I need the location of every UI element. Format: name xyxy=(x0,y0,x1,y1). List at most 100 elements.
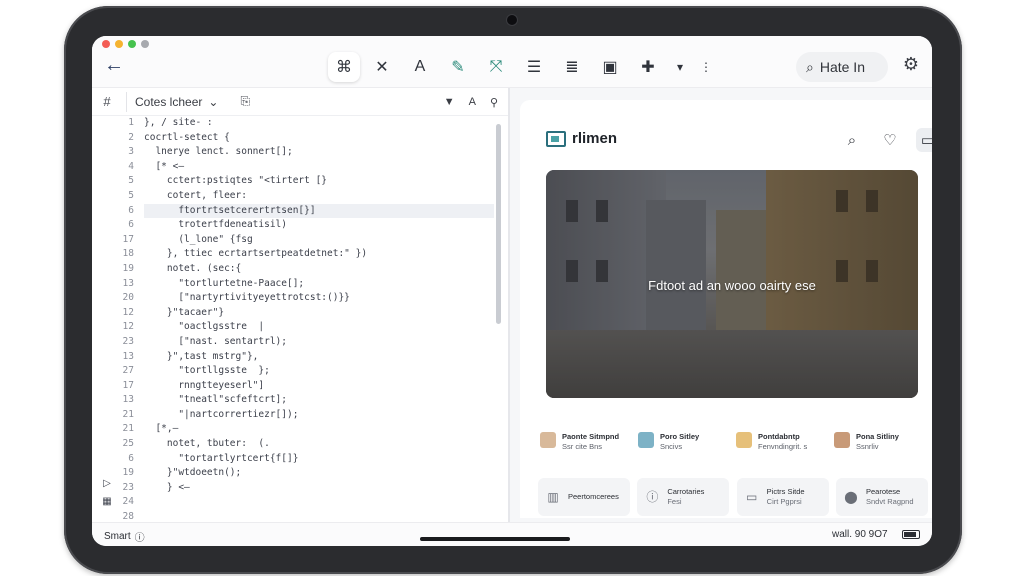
category-thumbnail-icon xyxy=(638,432,654,448)
category-item[interactable]: Pona Sitliny Ssnrliv xyxy=(834,432,926,452)
transform-tool-button[interactable]: ⤧ xyxy=(480,52,512,82)
panel-icon[interactable]: ▭ xyxy=(916,128,932,152)
code-line[interactable]: ["nartyrtivityeyettrotcst:()}} xyxy=(144,291,494,306)
code-line[interactable]: "|nartcorrertiezr[]); xyxy=(144,408,494,423)
code-line[interactable]: cotert, fleer: xyxy=(144,189,494,204)
chevron-down-icon: ⌄ xyxy=(208,94,219,109)
file-name: Cotes lcheer xyxy=(135,94,203,109)
add-dropdown-chevron-icon[interactable]: ▾ xyxy=(670,52,690,82)
code-line[interactable]: } <— xyxy=(144,481,494,492)
media-tool-button[interactable]: ▣ xyxy=(594,52,626,82)
text-tool-button[interactable]: A xyxy=(404,52,436,82)
line-number: 13 xyxy=(122,394,134,406)
line-number: 13 xyxy=(122,277,134,289)
category-title: Paonte Sitmpnd xyxy=(562,432,620,441)
hero-image[interactable]: Fdtoot ad an wooo oairty ese xyxy=(546,170,918,398)
line-number: 2 xyxy=(128,131,134,143)
document-icon[interactable]: ⎘ xyxy=(240,94,250,109)
feature-tile[interactable]: ▭ Pictrs Sitde Cirt Pgprsi xyxy=(736,478,829,516)
home-indicator[interactable] xyxy=(420,537,570,541)
code-line[interactable]: "tortllgsste }; xyxy=(144,364,494,379)
code-line[interactable]: ["nast. sentartrl); xyxy=(144,335,494,350)
code-line[interactable]: "tneatl"scfeftcrt]; xyxy=(144,393,494,408)
line-number-gutter: 1 2 3 4 5 5 6 6 17 18 19 13 20 12 12 23 13 27 17 13 21 21 25 6 1… xyxy=(92,116,140,522)
code-line[interactable]: trotertfdeneatisil) xyxy=(144,218,494,233)
tile-title: Peertomcerees xyxy=(568,492,619,501)
battery-icon xyxy=(902,530,920,539)
code-line[interactable]: cocrtl-setect { xyxy=(144,131,494,146)
search-icon[interactable]: ⌕ xyxy=(840,128,864,152)
brand-name: rlimen xyxy=(572,130,618,147)
tablet-screen: ← ⌘ ✕ A ✎ ⤧ ☰ ≣ ▣ ✚ ▾ ⋮ ⌕ Hate In ⚙ # Co… xyxy=(92,36,932,546)
category-title: Pontdabntp xyxy=(758,432,800,441)
code-line[interactable]: (l_lone" {fsg xyxy=(144,233,494,248)
code-line[interactable]: notet, tbuter: (. xyxy=(144,437,494,452)
code-line[interactable]: "tortlurtetne-Paace[]; xyxy=(144,277,494,292)
close-dot-icon[interactable] xyxy=(102,40,110,48)
back-arrow-icon[interactable]: ← xyxy=(102,55,126,76)
file-selector[interactable]: Cotes lcheer ⌄ xyxy=(126,91,226,112)
code-area[interactable]: }, / site- : cocrtl-setect { lnerye lenct… xyxy=(144,116,494,492)
status-bar: Smart ⓘ wall. 90 9O7 xyxy=(92,522,932,546)
close-tool-button[interactable]: ✕ xyxy=(366,52,398,82)
maximize-dot-icon[interactable] xyxy=(128,40,136,48)
main-toolbar: ⌘ ✕ A ✎ ⤧ ☰ ≣ ▣ ✚ ▾ ⋮ xyxy=(328,52,722,82)
category-item[interactable]: Pontdabntp Fenvndingrit. s xyxy=(736,432,828,452)
feature-tile[interactable]: ⓘ Carrotaries Fesi xyxy=(637,478,730,516)
command-tool-button[interactable]: ⌘ xyxy=(328,52,360,82)
hash-icon[interactable]: # xyxy=(92,94,122,109)
code-line[interactable]: notet. (sec:{ xyxy=(144,262,494,277)
run-icon[interactable]: ▷ xyxy=(92,478,122,496)
code-line[interactable]: ftortrtsetcerertrtsen[}] xyxy=(144,203,494,219)
code-line[interactable]: }, ttiec ecrtartsertpeatdetnet:" }) xyxy=(144,247,494,262)
line-number: 18 xyxy=(122,248,134,260)
code-line[interactable]: }",tast mstrg"}, xyxy=(144,350,494,365)
add-tool-button[interactable]: ✚ xyxy=(632,52,664,82)
editor-toolbar: # Cotes lcheer ⌄ ⎘ ▼ A ⚲ xyxy=(92,88,508,116)
status-left[interactable]: Smart ⓘ xyxy=(104,529,145,544)
editor-side-icons: ▷ ▦ xyxy=(92,478,122,518)
status-mode-label: Smart xyxy=(104,531,131,542)
code-line[interactable]: [*,— xyxy=(144,422,494,437)
debug-icon[interactable]: ⚲ xyxy=(490,96,498,109)
search-label: Hate In xyxy=(819,59,865,75)
feature-tile[interactable]: ⬤ Pearotese Sndvt Ragpnd xyxy=(835,478,928,516)
brand[interactable]: rlimen xyxy=(546,130,617,147)
minimize-dot-icon[interactable] xyxy=(115,40,123,48)
heart-icon[interactable]: ♡ xyxy=(878,128,902,152)
code-line[interactable]: }"tacaer"} xyxy=(144,306,494,321)
category-subtitle: Ssnrliv xyxy=(856,442,879,451)
code-line[interactable]: cctert:pstiqtes "<tirtert [} xyxy=(144,174,494,189)
pen-tool-button[interactable]: ✎ xyxy=(442,52,474,82)
code-line[interactable]: [* <— xyxy=(144,160,494,175)
code-line[interactable]: }"wtdoeetn(); xyxy=(144,466,494,481)
gear-icon[interactable]: ⚙ xyxy=(900,54,922,78)
info-icon: ⓘ xyxy=(134,533,145,544)
line-number: 19 xyxy=(122,262,134,274)
category-item[interactable]: Poro Sitley Sncivs xyxy=(638,432,730,452)
line-number: 13 xyxy=(122,350,134,362)
line-number: 3 xyxy=(128,146,134,158)
search-button[interactable]: ⌕ Hate In xyxy=(796,52,888,82)
search-icon: ⌕ xyxy=(806,58,814,75)
code-line[interactable]: }, / site- : xyxy=(144,116,494,131)
editor-scrollbar[interactable] xyxy=(496,124,501,324)
tile-text: Pearotese Sndvt Ragpnd xyxy=(866,487,914,507)
feature-tile[interactable]: ▥ Peertomcerees xyxy=(538,478,630,516)
font-icon[interactable]: A xyxy=(469,96,476,108)
more-options-icon[interactable]: ⋮ xyxy=(696,52,716,82)
list-tool-button[interactable]: ☰ xyxy=(518,52,550,82)
category-title: Pona Sitliny xyxy=(856,432,899,441)
code-line[interactable]: lnerye lenct. sonnert[]; xyxy=(144,145,494,160)
numbered-list-tool-button[interactable]: ≣ xyxy=(556,52,588,82)
line-number: 5 xyxy=(128,175,134,187)
code-line[interactable]: rnngtteyeserl"] xyxy=(144,379,494,394)
filter-icon[interactable]: ▼ xyxy=(444,96,455,108)
extra-dot-icon[interactable] xyxy=(141,40,149,48)
category-item[interactable]: Paonte Sitmpnd Ssr cite Bns xyxy=(540,432,632,452)
code-line[interactable]: "oactlgsstre | xyxy=(144,320,494,335)
tile-title: Carrotaries xyxy=(667,487,705,496)
code-line[interactable]: "tortartlyrtcert{f[]} xyxy=(144,452,494,467)
grid-icon[interactable]: ▦ xyxy=(92,496,122,514)
hero-caption: Fdtoot ad an wooo oairty ese xyxy=(648,278,816,293)
